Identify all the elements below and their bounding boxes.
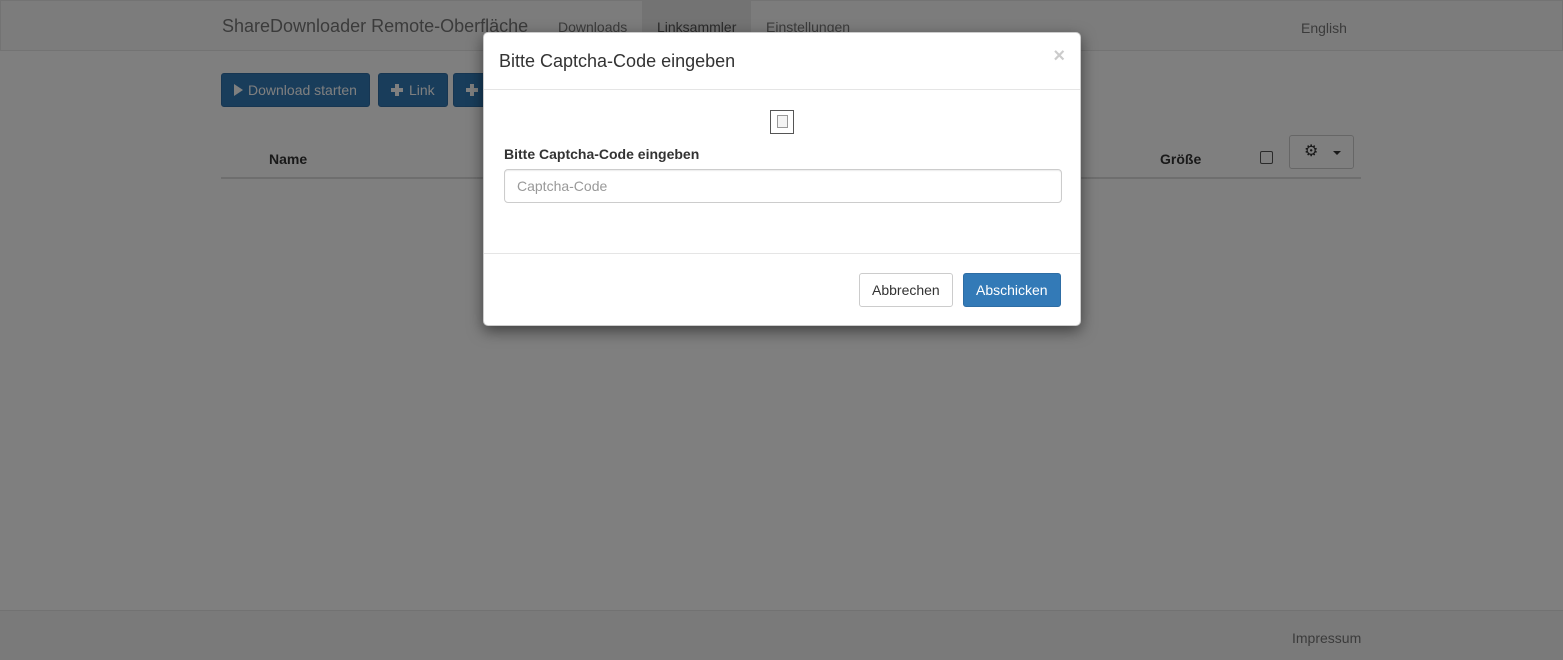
captcha-modal: Bitte Captcha-Code eingeben × Bitte Capt… — [483, 32, 1081, 326]
broken-image-icon — [777, 115, 788, 128]
close-icon[interactable]: × — [1053, 45, 1065, 67]
modal-header: Bitte Captcha-Code eingeben × — [484, 33, 1080, 90]
submit-button[interactable]: Abschicken — [963, 273, 1061, 307]
captcha-field-label: Bitte Captcha-Code eingeben — [504, 146, 700, 162]
cancel-button[interactable]: Abbrechen — [859, 273, 953, 307]
captcha-image — [770, 110, 794, 134]
modal-footer: Abbrechen Abschicken — [484, 253, 1080, 327]
modal-title: Bitte Captcha-Code eingeben — [499, 51, 736, 71]
captcha-input[interactable] — [504, 169, 1062, 203]
